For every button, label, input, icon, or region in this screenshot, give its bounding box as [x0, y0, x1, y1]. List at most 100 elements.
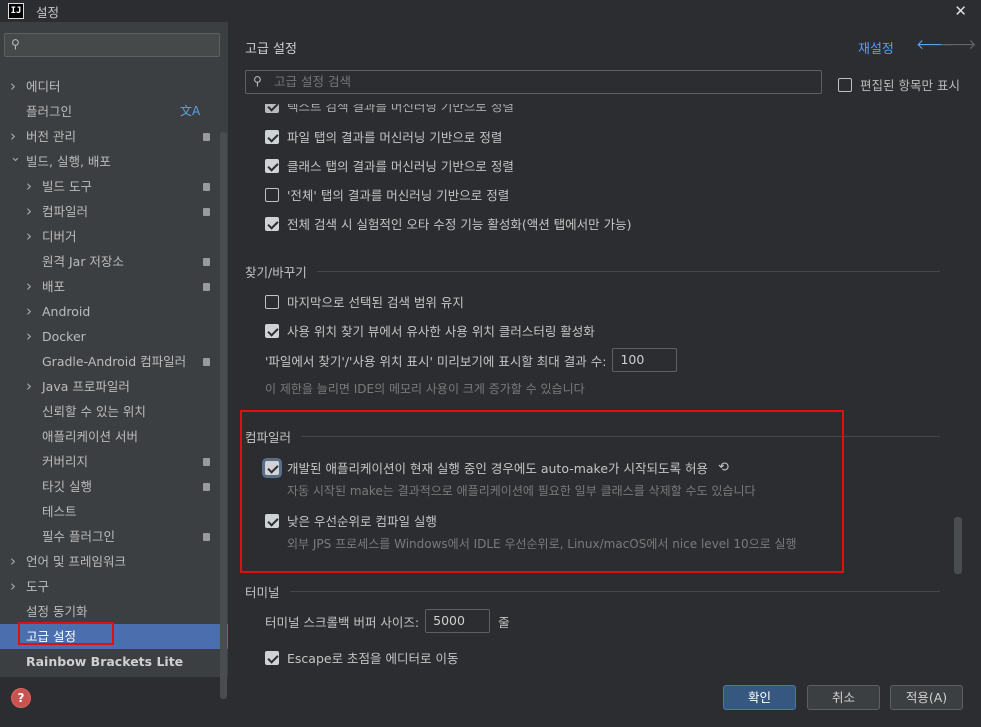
sidebar-item[interactable]: 원격 Jar 저장소 [0, 249, 228, 274]
sidebar-item-label: 빌드, 실행, 배포 [26, 154, 111, 169]
settings-content: 텍스트 검색 결과를 머신러닝 기반으로 정렬 파일 탭의 결과를 머신러닝 기… [228, 104, 948, 677]
checkbox-icon[interactable] [265, 323, 279, 338]
edited-only-checkbox[interactable]: 편집된 항목만 표시 [838, 75, 960, 94]
chevron-right-icon[interactable]: › [26, 224, 32, 249]
setting-row-escape-focus[interactable]: Escape로 초점을 에디터로 이동 [265, 648, 459, 667]
sidebar-item-label: 배포 [42, 279, 66, 294]
chevron-right-icon[interactable]: › [26, 374, 32, 399]
sidebar-item[interactable]: 플러그인 文A [0, 99, 228, 124]
sidebar-item-label: 에디터 [26, 79, 61, 94]
highlight-box-compiler [240, 410, 844, 573]
chevron-right-icon[interactable]: › [26, 274, 32, 299]
sidebar-item[interactable]: › 배포 [0, 274, 228, 299]
sidebar-item[interactable]: 애플리케이션 서버 [0, 424, 228, 449]
sidebar-item[interactable]: › 버전 관리 [0, 124, 228, 149]
max-results-input[interactable]: 100 [612, 348, 678, 372]
sidebar-item[interactable]: › 에디터 [0, 74, 228, 99]
divider [289, 591, 940, 592]
chevron-right-icon[interactable]: › [26, 299, 32, 324]
sidebar-scrollbar[interactable] [220, 132, 227, 699]
chevron-right-icon[interactable]: › [26, 199, 32, 224]
title-bar: IJ 설정 ✕ [0, 0, 981, 22]
chevron-right-icon[interactable]: › [26, 174, 32, 199]
settings-tree: › 에디터 플러그인 文A › 버전 관리 ⌄ 빌드, 실행, 배포 › 빌드 도구 › 컴파일러 › 디… [0, 74, 228, 674]
sidebar-item[interactable]: › Android [0, 299, 228, 324]
setting-row-clipped[interactable]: 텍스트 검색 결과를 머신러닝 기반으로 정렬 [265, 104, 514, 115]
section-terminal: 터미널 [245, 582, 940, 601]
max-results-hint: 이 제한을 늘리면 IDE의 메모리 사용이 크게 증가할 수 있습니다 [265, 382, 585, 396]
project-level-icon [203, 533, 210, 541]
checkbox-icon[interactable] [838, 77, 852, 92]
setting-row-cluster-usages[interactable]: 사용 위치 찾기 뷰에서 유사한 사용 위치 클러스터링 활성화 [265, 321, 595, 340]
project-level-icon [203, 283, 210, 291]
sidebar-item[interactable]: Rainbow Brackets Lite [0, 649, 228, 674]
close-icon[interactable]: ✕ [954, 2, 967, 20]
sidebar-item-label: 설정 동기화 [26, 604, 88, 619]
apply-button[interactable]: 적용(A) [890, 685, 963, 710]
checkbox-icon[interactable] [265, 650, 279, 665]
sidebar-item[interactable]: 설정 동기화 [0, 599, 228, 624]
setting-row-typo-fix[interactable]: 전체 검색 시 실험적인 오타 수정 기능 활성화(액션 탭에서만 가능) [265, 214, 632, 233]
sidebar-item[interactable]: › Docker [0, 324, 228, 349]
sidebar-item[interactable]: › 도구 [0, 574, 228, 599]
sidebar-item-label: 타깃 실행 [42, 479, 92, 494]
sidebar-item[interactable]: › 디버거 [0, 224, 228, 249]
setting-row-all-tab-ml[interactable]: '전체' 탭의 결과를 머신러닝 기반으로 정렬 [265, 185, 509, 204]
main-scrollbar[interactable] [954, 517, 962, 574]
search-icon: ⚲ [11, 37, 20, 51]
search-icon: ⚲ [253, 74, 262, 88]
sidebar-item-label: 언어 및 프레임워크 [26, 554, 126, 569]
sidebar-item[interactable]: 필수 플러그인 [0, 524, 228, 549]
divider [316, 271, 940, 272]
setting-row-scrollback: 터미널 스크롤백 버퍼 사이즈: 5000 줄 [265, 609, 510, 633]
chevron-right-icon[interactable]: › [10, 549, 16, 574]
sidebar-item[interactable]: › 컴파일러 [0, 199, 228, 224]
chevron-right-icon[interactable]: › [26, 324, 32, 349]
sidebar-item[interactable]: 신뢰할 수 있는 위치 [0, 399, 228, 424]
sidebar-search-input[interactable]: ⚲ [4, 33, 220, 57]
advanced-settings-search[interactable]: ⚲ [245, 70, 822, 94]
checkbox-icon[interactable] [265, 294, 279, 309]
setting-row-max-results: '파일에서 찾기'/'사용 위치 표시' 미리보기에 표시할 최대 결과 수: … [265, 348, 678, 372]
forward-arrow-icon[interactable]: 🡒 [939, 36, 977, 53]
main-panel: 고급 설정 재설정 🡐 🡒 ⚲ 편집된 항목만 표시 텍스트 검색 결과를 머신… [228, 22, 981, 677]
sidebar-item-label: 커버리지 [42, 454, 89, 469]
sidebar-item[interactable]: ⌄ 빌드, 실행, 배포 [0, 149, 228, 174]
intellij-icon: IJ [8, 3, 24, 19]
setting-row-keep-scope[interactable]: 마지막으로 선택된 검색 범위 유지 [265, 292, 464, 311]
chevron-right-icon[interactable]: › [10, 574, 16, 599]
sidebar-item-label: 신뢰할 수 있는 위치 [42, 404, 146, 419]
sidebar-item-label: 필수 플러그인 [42, 529, 115, 544]
setting-row-class-tab-ml[interactable]: 클래스 탭의 결과를 머신러닝 기반으로 정렬 [265, 156, 514, 175]
highlight-box-selected-item [18, 622, 114, 645]
sidebar-item-label: Docker [42, 329, 86, 344]
project-level-icon [203, 458, 210, 466]
sidebar-item[interactable]: › Java 프로파일러 [0, 374, 228, 399]
project-level-icon [203, 183, 210, 191]
scrollback-input[interactable]: 5000 [425, 609, 491, 633]
settings-sidebar: ⚲ › 에디터 플러그인 文A › 버전 관리 ⌄ 빌드, 실행, 배포 › 빌드 도구 › 컴파일러… [0, 22, 228, 699]
checkbox-icon[interactable] [265, 216, 279, 231]
sidebar-item-label: 플러그인 [26, 104, 73, 119]
sidebar-item[interactable]: 테스트 [0, 499, 228, 524]
cancel-button[interactable]: 취소 [807, 685, 880, 710]
help-icon[interactable]: ? [11, 688, 31, 708]
search-input[interactable] [274, 74, 814, 89]
checkbox-icon[interactable] [265, 158, 279, 173]
sidebar-item-label: 컴파일러 [42, 204, 89, 219]
chevron-down-icon[interactable]: ⌄ [10, 145, 21, 170]
sidebar-item-label: 디버거 [42, 229, 77, 244]
setting-row-file-tab-ml[interactable]: 파일 탭의 결과를 머신러닝 기반으로 정렬 [265, 127, 502, 146]
checkbox-icon[interactable] [265, 104, 279, 113]
sidebar-item[interactable]: Gradle-Android 컴파일러 [0, 349, 228, 374]
sidebar-item[interactable]: 커버리지 [0, 449, 228, 474]
ok-button[interactable]: 확인 [723, 685, 796, 710]
sidebar-item-label: 도구 [26, 579, 50, 594]
sidebar-item[interactable]: 타깃 실행 [0, 474, 228, 499]
sidebar-item[interactable]: › 언어 및 프레임워크 [0, 549, 228, 574]
chevron-right-icon[interactable]: › [10, 74, 16, 99]
checkbox-icon[interactable] [265, 129, 279, 144]
sidebar-item[interactable]: › 빌드 도구 [0, 174, 228, 199]
reset-link[interactable]: 재설정 [858, 38, 894, 57]
checkbox-icon[interactable] [265, 187, 279, 202]
